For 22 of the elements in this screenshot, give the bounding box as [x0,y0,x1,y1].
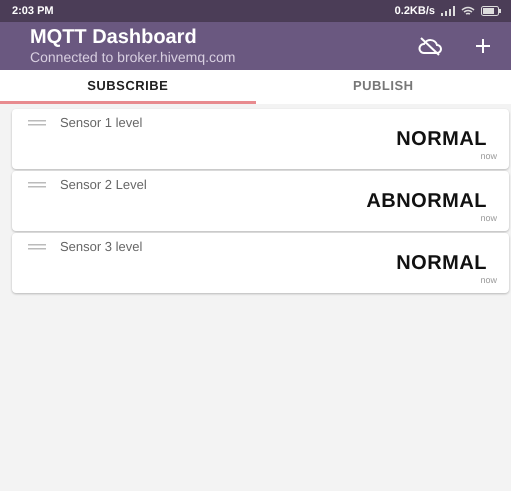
sensor-name: Sensor 2 Level [60,177,147,192]
wifi-icon [461,6,475,16]
sensor-value: ABNORMAL [366,190,487,213]
battery-icon [481,6,501,16]
sensor-value: NORMAL [396,128,487,151]
sensor-value: NORMAL [396,252,487,275]
status-time: 2:03 PM [12,5,54,17]
timestamp: now [480,275,497,285]
sensor-card[interactable]: Sensor 3 level NORMAL now [12,233,509,293]
sensor-name: Sensor 3 level [60,239,142,254]
drag-handle-icon[interactable] [28,182,46,188]
drag-handle-icon[interactable] [28,120,46,126]
app-title: MQTT Dashboard [30,26,198,48]
sensor-card[interactable]: Sensor 1 level NORMAL now [12,109,509,169]
drag-handle-icon[interactable] [28,244,46,250]
sensor-card[interactable]: Sensor 2 Level ABNORMAL now [12,171,509,231]
network-speed: 0.2KB/s [394,5,435,17]
connection-status: Connected to broker.hivemq.com [30,48,236,66]
timestamp: now [480,151,497,161]
timestamp: now [480,213,497,223]
signal-icon [441,6,455,16]
sensor-name: Sensor 1 level [60,115,142,130]
